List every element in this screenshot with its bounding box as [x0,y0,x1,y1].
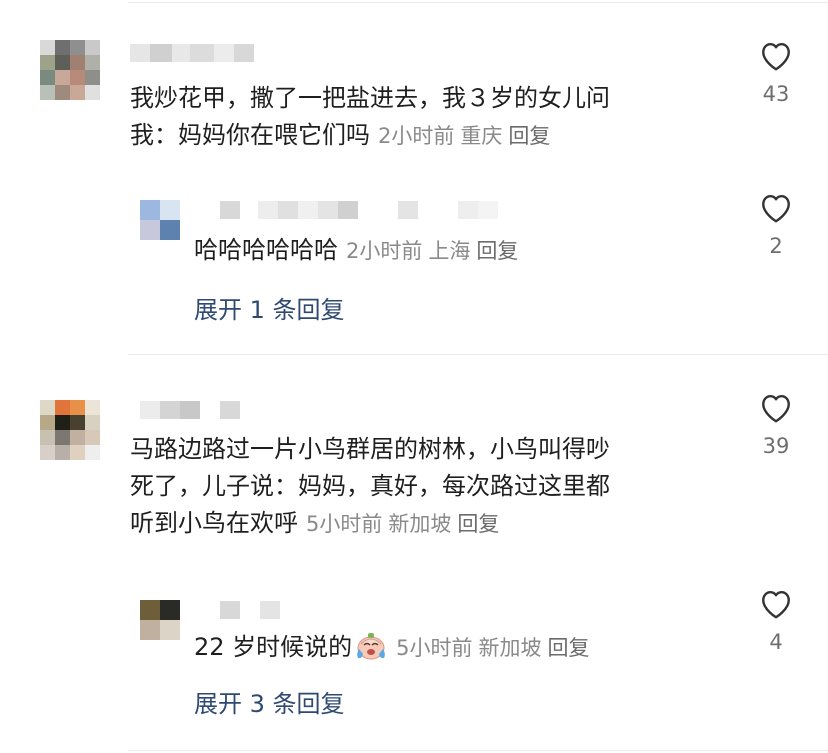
expand-replies-button[interactable]: 展开 3 条回复 [194,684,345,719]
reply-button[interactable]: 回复 [508,124,550,148]
reply-button[interactable]: 回复 [457,512,499,536]
reply-text: 哈哈哈哈哈哈 2小时前 上海 回复 [194,232,524,270]
reply-button[interactable]: 回复 [548,636,590,660]
location: 新加坡 [478,636,542,660]
username[interactable] [130,44,254,62]
comment-meta: 5小时前 新加坡 回复 [306,512,505,536]
location: 重庆 [460,124,503,148]
timestamp: 2小时前 [378,124,455,148]
username[interactable] [220,601,280,619]
like-button[interactable]: 2 [746,190,806,258]
like-button[interactable]: 43 [746,38,806,106]
timestamp: 5小时前 [306,512,383,536]
like-count: 4 [769,630,783,654]
avatar[interactable] [140,600,180,640]
timestamp: 5小时前 [396,636,473,660]
reply-button[interactable]: 回复 [476,239,518,263]
crying-laughing-emoji [354,631,388,672]
timestamp: 2小时前 [346,239,423,263]
like-button[interactable]: 4 [746,586,806,654]
comment-text: 马路边路过一片小鸟群居的树林，小鸟叫得吵 死了，儿子说：妈妈，真好，每次路过这里… [130,435,610,537]
heart-icon [762,395,790,423]
comment-meta: 2小时前 重庆 回复 [378,124,556,148]
divider [128,750,828,751]
heart-icon [762,195,790,223]
avatar[interactable] [40,40,100,100]
username[interactable] [220,201,498,219]
divider [128,354,828,355]
comment-text: 我炒花甲，撒了一把盐进去，我３岁的女儿问 我：妈妈你在喂它们吗 2小时前 重庆 回复 [130,84,610,149]
heart-icon [762,43,790,71]
heart-icon [762,591,790,619]
like-count: 2 [769,234,783,258]
divider [128,2,828,3]
avatar[interactable] [140,200,180,240]
reply-text: 22 岁时候说的 5小时前 新加坡 回复 [194,629,596,672]
like-count: 39 [762,434,790,458]
reply-meta: 5小时前 新加坡 回复 [396,636,595,660]
location: 上海 [428,239,471,263]
like-count: 43 [762,82,790,106]
avatar[interactable] [40,400,100,460]
like-button[interactable]: 39 [746,390,806,458]
location: 新加坡 [388,512,452,536]
username[interactable] [140,401,240,419]
reply-meta: 2小时前 上海 回复 [346,239,524,263]
expand-replies-button[interactable]: 展开 1 条回复 [194,290,345,325]
